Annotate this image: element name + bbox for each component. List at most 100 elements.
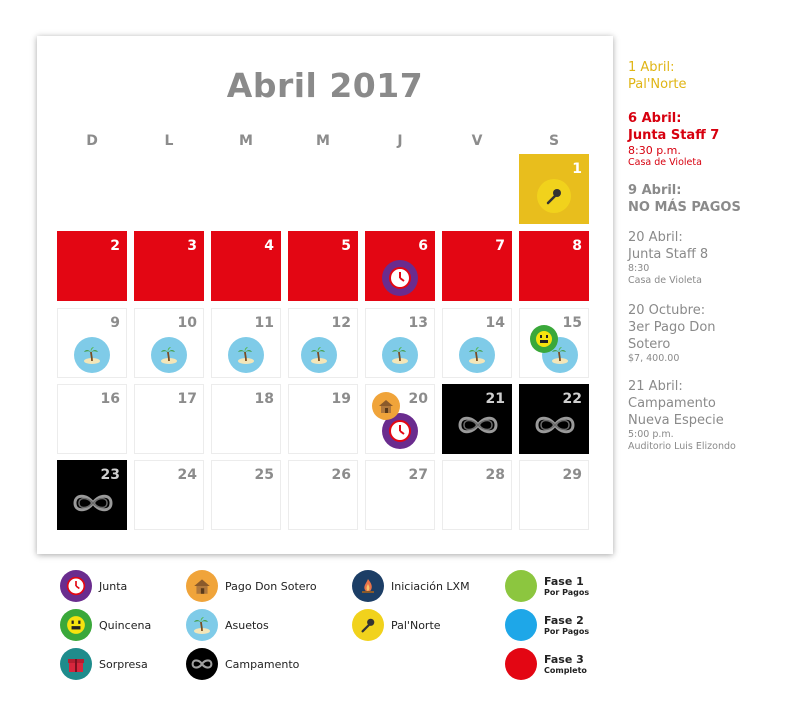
event-junta-staff-8: 20 Abril: Junta Staff 8 8:30 Casa de Vio… xyxy=(628,229,798,287)
day-cell-19[interactable]: 19 xyxy=(288,384,358,454)
day-cell-15[interactable]: 15 xyxy=(519,308,589,378)
day-cell-12[interactable]: 12 xyxy=(288,308,358,378)
infinity-icon xyxy=(455,413,501,437)
legend-fase-3: Fase 3 Completo xyxy=(505,648,587,680)
day-cell-21[interactable]: 21 xyxy=(442,384,512,454)
day-number: 18 xyxy=(254,391,274,407)
legend-label: Pal'Norte xyxy=(391,618,441,632)
infinity-icon xyxy=(186,648,218,680)
event-title: 1 Abril: Pal'Norte xyxy=(628,60,687,92)
day-number: 27 xyxy=(408,467,428,483)
day-number: 11 xyxy=(254,315,274,331)
day-number: 3 xyxy=(187,238,197,254)
legend-sorpresa: Sorpresa xyxy=(60,648,148,680)
day-number: 25 xyxy=(254,467,274,483)
day-cell-26[interactable]: 26 xyxy=(288,460,358,530)
day-cell-6[interactable]: 6 xyxy=(365,231,435,301)
legend-pago: Pago Don Sotero xyxy=(186,570,317,602)
fase-1-swatch xyxy=(505,570,537,602)
legend-fase-1: Fase 1 Por Pagos xyxy=(505,570,589,602)
legend-label: Asuetos xyxy=(225,618,269,632)
event-pago-don-sotero: 20 Octubre: 3er Pago Don Sotero $7, 400.… xyxy=(628,302,798,365)
day-cell-14[interactable]: 14 xyxy=(442,308,512,378)
day-number: 22 xyxy=(562,391,582,407)
legend-iniciacion: Iniciación LXM xyxy=(352,570,470,602)
weekday-thursday: J xyxy=(397,133,403,149)
fase-3-swatch xyxy=(505,648,537,680)
day-cell-7[interactable]: 7 xyxy=(442,231,512,301)
day-cell-3[interactable]: 3 xyxy=(134,231,204,301)
palm-island-icon xyxy=(151,337,187,373)
day-cell-5[interactable]: 5 xyxy=(288,231,358,301)
day-cell-29[interactable]: 29 xyxy=(519,460,589,530)
event-title: 20 Abril: Junta Staff 8 xyxy=(628,230,709,262)
weekday-monday: L xyxy=(164,133,174,149)
smiley-icon xyxy=(60,609,92,641)
day-number: 13 xyxy=(408,315,428,331)
day-number: 29 xyxy=(562,467,582,483)
day-cell-10[interactable]: 10 xyxy=(134,308,204,378)
day-cell-20[interactable]: 20 xyxy=(365,384,435,454)
event-time: 8:30 xyxy=(628,263,650,274)
infinity-icon xyxy=(70,491,116,515)
palm-island-icon xyxy=(382,337,418,373)
legend-asuetos: Asuetos xyxy=(186,609,269,641)
day-cell-1[interactable]: 1 xyxy=(519,154,589,224)
microphone-icon xyxy=(352,609,384,641)
day-cell-22[interactable]: 22 xyxy=(519,384,589,454)
fase-2-swatch xyxy=(505,609,537,641)
day-cell-4[interactable]: 4 xyxy=(211,231,281,301)
hut-icon xyxy=(372,392,400,420)
day-number: 1 xyxy=(572,161,582,177)
hut-icon xyxy=(186,570,218,602)
day-cell-11[interactable]: 11 xyxy=(211,308,281,378)
legend-sublabel: Por Pagos xyxy=(544,587,590,597)
legend-label: Campamento xyxy=(225,657,300,671)
legend-quincena: Quincena xyxy=(60,609,151,641)
day-number: 16 xyxy=(100,391,120,407)
event-campamento: 21 Abril: Campamento Nueva Especie 5:00 … xyxy=(628,378,798,453)
month-title: Abril 2017 xyxy=(226,66,424,105)
event-palnorte: 1 Abril: Pal'Norte xyxy=(628,59,798,93)
weekday-tuesday: M xyxy=(239,133,253,149)
event-junta-staff-7: 6 Abril: Junta Staff 7 8:30 p.m. Casa de… xyxy=(628,110,798,169)
legend-sublabel: Completo xyxy=(544,665,587,675)
day-cell-28[interactable]: 28 xyxy=(442,460,512,530)
legend-label: Junta xyxy=(99,579,128,593)
day-cell-25[interactable]: 25 xyxy=(211,460,281,530)
event-title: 6 Abril: Junta Staff 7 xyxy=(628,111,720,143)
legend-label: Fase 1 xyxy=(544,574,584,588)
campfire-icon xyxy=(352,570,384,602)
palm-island-icon xyxy=(186,609,218,641)
day-cell-17[interactable]: 17 xyxy=(134,384,204,454)
day-number: 14 xyxy=(485,315,505,331)
day-number: 10 xyxy=(177,315,197,331)
day-number: 15 xyxy=(562,315,582,331)
day-cell-16[interactable]: 16 xyxy=(57,384,127,454)
legend-label: Quincena xyxy=(99,618,152,632)
day-number: 21 xyxy=(485,391,505,407)
day-number: 6 xyxy=(418,238,428,254)
day-number: 9 xyxy=(110,315,120,331)
day-number: 26 xyxy=(331,467,351,483)
day-number: 7 xyxy=(495,238,505,254)
day-cell-9[interactable]: 9 xyxy=(57,308,127,378)
calendar-card: Abril 2017 D L M M J V S 1 2 3 4 5 6 7 8… xyxy=(37,36,613,554)
palm-island-icon xyxy=(459,337,495,373)
legend-label: Pago Don Sotero xyxy=(225,579,317,593)
legend-palnorte: Pal'Norte xyxy=(352,609,441,641)
event-time: 8:30 p.m. xyxy=(628,144,681,157)
day-number: 4 xyxy=(264,238,274,254)
day-number: 5 xyxy=(341,238,351,254)
legend-label: Fase 2 xyxy=(544,613,584,627)
day-number: 2 xyxy=(110,238,120,254)
day-cell-8[interactable]: 8 xyxy=(519,231,589,301)
day-cell-24[interactable]: 24 xyxy=(134,460,204,530)
clock-icon xyxy=(382,260,418,296)
day-cell-2[interactable]: 2 xyxy=(57,231,127,301)
day-number: 23 xyxy=(100,467,120,483)
day-cell-27[interactable]: 27 xyxy=(365,460,435,530)
day-cell-23[interactable]: 23 xyxy=(57,460,127,530)
day-cell-18[interactable]: 18 xyxy=(211,384,281,454)
day-cell-13[interactable]: 13 xyxy=(365,308,435,378)
